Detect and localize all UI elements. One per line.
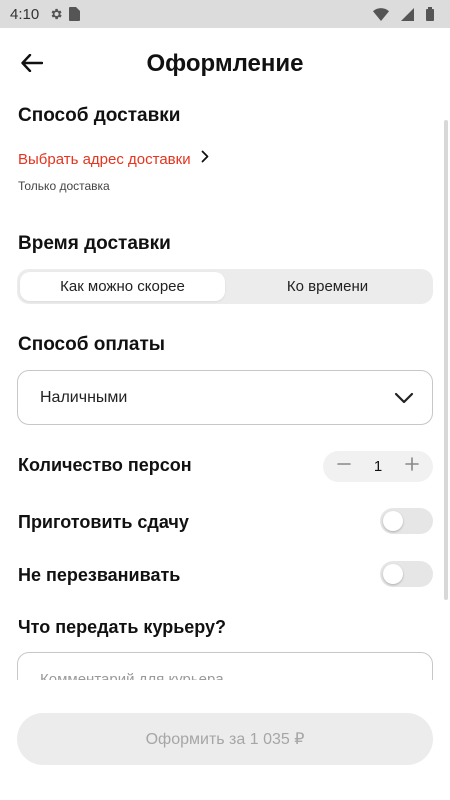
- delivery-method-title: Способ доставки: [18, 105, 181, 126]
- checkout-screen: 4:10 Оформление Способ доставки Выбрать …: [0, 0, 450, 800]
- toggle-knob: [383, 564, 403, 584]
- courier-note-title: Что передать курьеру?: [18, 617, 227, 637]
- battery-icon: [426, 7, 434, 21]
- settings-gear-icon: [49, 7, 63, 21]
- chevron-right-icon: [201, 150, 209, 168]
- choose-address-link[interactable]: Выбрать адрес доставки: [18, 150, 209, 168]
- payment-method-select[interactable]: Наличными: [17, 370, 433, 425]
- no-call-label: Не перезванивать: [18, 565, 181, 585]
- wifi-icon: [373, 7, 389, 21]
- status-time: 4:10: [10, 5, 40, 23]
- option-asap[interactable]: Как можно скорее: [20, 272, 225, 301]
- toggle-knob: [383, 511, 403, 531]
- prepare-change-toggle[interactable]: [380, 508, 433, 534]
- payment-method-value: Наличными: [40, 388, 128, 406]
- persons-count: 1: [373, 458, 383, 475]
- courier-comment-input[interactable]: [17, 652, 433, 680]
- persons-label: Количество персон: [18, 455, 192, 475]
- scrollbar[interactable]: [444, 120, 448, 600]
- delivery-time-title: Время доставки: [18, 233, 171, 254]
- delivery-only-note: Только доставка: [18, 179, 110, 193]
- payment-method-title: Способ оплаты: [18, 334, 165, 355]
- page-title: Оформление: [146, 50, 304, 77]
- option-scheduled[interactable]: Ко времени: [225, 272, 430, 301]
- choose-address-label: Выбрать адрес доставки: [18, 150, 191, 168]
- plus-icon: [405, 457, 419, 476]
- delivery-time-toggle: Как можно скорее Ко времени: [17, 269, 433, 304]
- sim-card-icon: [69, 7, 81, 21]
- persons-stepper: 1: [323, 451, 433, 482]
- bottom-bar: Оформить за 1 035 ₽: [0, 680, 450, 800]
- checkout-submit-button[interactable]: Оформить за 1 035 ₽: [17, 713, 433, 765]
- cellular-signal-icon: [401, 7, 414, 21]
- increment-button[interactable]: [405, 457, 419, 476]
- no-call-toggle[interactable]: [380, 561, 433, 587]
- prepare-change-label: Приготовить сдачу: [18, 512, 189, 532]
- app-header: Оформление: [0, 28, 450, 100]
- decrement-button[interactable]: [337, 457, 351, 476]
- checkout-form: Способ доставки Выбрать адрес доставки Т…: [0, 100, 450, 680]
- minus-icon: [337, 457, 351, 476]
- status-bar: 4:10: [0, 0, 450, 28]
- chevron-down-icon: [394, 392, 414, 404]
